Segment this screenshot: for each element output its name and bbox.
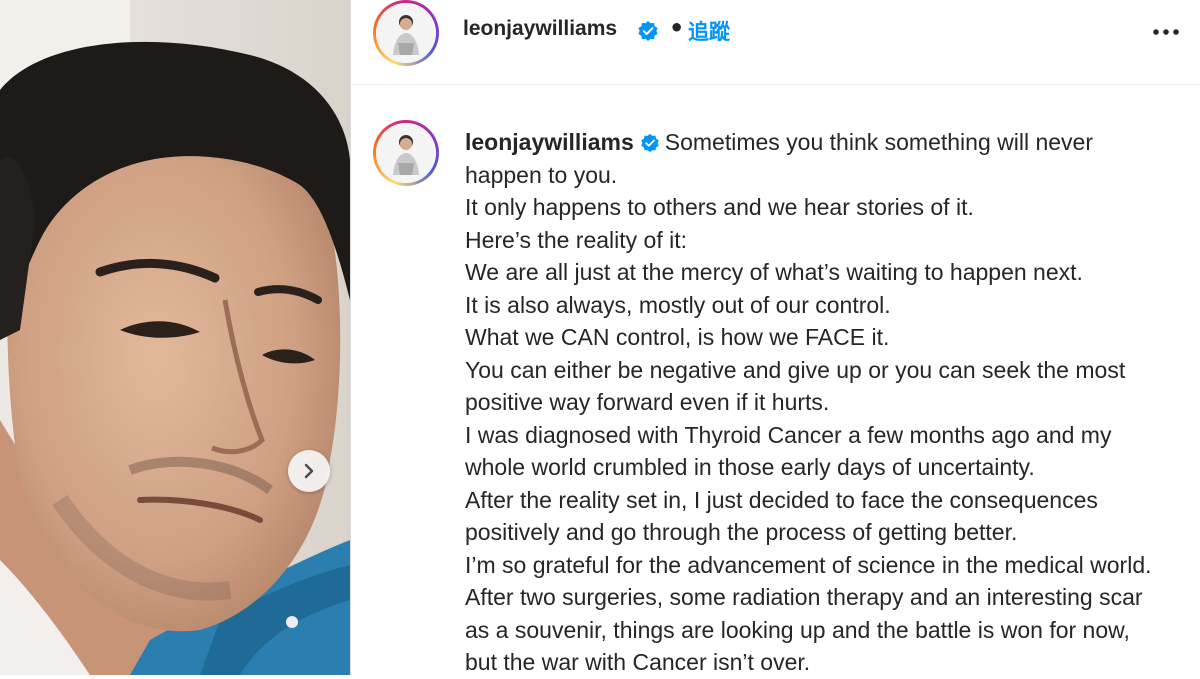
caption-line: I was diagnosed with Thyroid Cancer a fe… bbox=[465, 421, 1112, 448]
caption-avatar[interactable] bbox=[373, 120, 439, 186]
post-caption: leonjaywilliams Sometimes you think some… bbox=[465, 126, 1200, 679]
caption-username[interactable]: leonjaywilliams bbox=[465, 129, 634, 155]
caption-line: as a souvenir, things are looking up and… bbox=[465, 616, 1130, 643]
header-avatar[interactable] bbox=[373, 0, 439, 66]
caption-text: Sometimes you think something will never bbox=[664, 129, 1093, 155]
caption-line: positively and go through the process of… bbox=[465, 519, 1018, 545]
chevron-right-icon bbox=[304, 463, 314, 479]
caption-line: I’m so grateful for the advancement of s… bbox=[465, 551, 1152, 578]
selfie-image bbox=[0, 0, 350, 675]
follow-button[interactable]: 追蹤 bbox=[688, 16, 730, 46]
separator-dot: • bbox=[669, 14, 685, 42]
post-header: leonjaywilliams • 追蹤 bbox=[351, 0, 1200, 85]
avatar-image bbox=[376, 123, 436, 183]
avatar-image bbox=[376, 3, 436, 63]
post-photo[interactable] bbox=[0, 0, 350, 675]
carousel-next-button[interactable] bbox=[288, 450, 330, 492]
caption-line: leonjaywilliams Sometimes you think some… bbox=[465, 126, 1200, 159]
more-horizontal-icon[interactable] bbox=[1151, 22, 1181, 42]
caption-line: happen to you. bbox=[465, 161, 618, 188]
caption-line: You can either be negative and give up o… bbox=[465, 356, 1126, 383]
caption-line: but the war with Cancer isn’t over. bbox=[465, 649, 811, 675]
verified-badge-icon bbox=[641, 133, 659, 153]
caption-line: It is also always, mostly out of our con… bbox=[465, 291, 891, 318]
caption-line: After two surgeries, some radiation ther… bbox=[465, 584, 1143, 610]
caption-line: We are all just at the mercy of what’s w… bbox=[465, 259, 1083, 285]
caption-line: positive way forward even if it hurts. bbox=[465, 389, 830, 415]
verified-badge-icon bbox=[638, 21, 658, 41]
caption-line: What we CAN control, is how we FACE it. bbox=[465, 324, 890, 350]
caption-line: After the reality set in, I just decided… bbox=[465, 486, 1098, 513]
caption-line: Here’s the reality of it: bbox=[465, 226, 688, 253]
caption-line: whole world crumbled in those early days… bbox=[465, 454, 1035, 480]
panel-divider bbox=[350, 0, 351, 675]
header-username[interactable]: leonjaywilliams bbox=[463, 17, 617, 41]
caption-line: It only happens to others and we hear st… bbox=[465, 194, 974, 220]
